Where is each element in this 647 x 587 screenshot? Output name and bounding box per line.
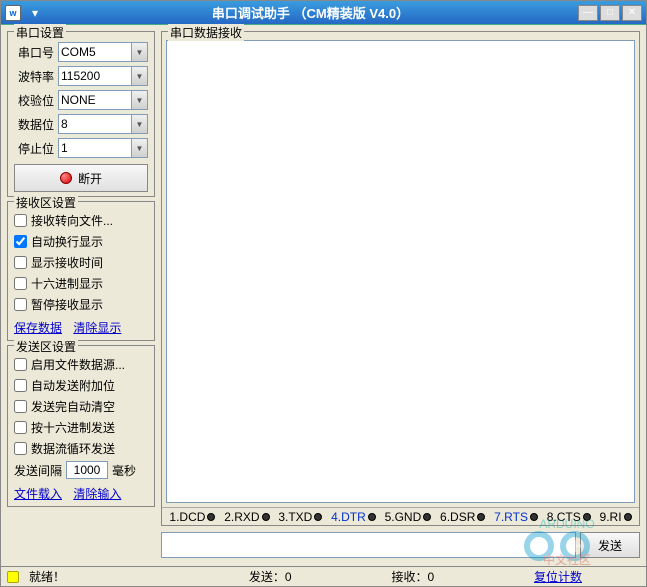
txd-label: 3.TXD: [278, 510, 312, 524]
recv-settings-title: 接收区设置: [14, 194, 78, 211]
parity-combo[interactable]: NONE▼: [58, 90, 148, 110]
baud-label: 波特率: [14, 68, 54, 85]
recv-settings-group: 接收区设置 接收转向文件... 自动换行显示 显示接收时间 十六进制显示 暂停接…: [7, 201, 155, 341]
maximize-button[interactable]: □: [600, 5, 620, 21]
baud-combo[interactable]: 115200▼: [58, 66, 148, 86]
system-menu-dropdown[interactable]: ▾: [27, 6, 43, 20]
status-ready-text: 就绪！: [29, 568, 189, 585]
cts-indicator-icon: [583, 513, 591, 521]
chevron-down-icon[interactable]: ▼: [131, 139, 147, 157]
gnd-label: 5.GND: [385, 510, 422, 524]
stopbits-label: 停止位: [14, 140, 54, 157]
dcd-indicator-icon: [207, 513, 215, 521]
auto-clear-checkbox[interactable]: 发送完自动清空: [14, 398, 148, 415]
chevron-down-icon[interactable]: ▼: [131, 91, 147, 109]
send-input[interactable]: [161, 532, 576, 558]
rxd-label: 2.RXD: [224, 510, 259, 524]
auto-append-checkbox[interactable]: 自动发送附加位: [14, 377, 148, 394]
clear-input-link[interactable]: 清除输入: [73, 487, 121, 501]
ri-indicator-icon: [624, 513, 632, 521]
close-button[interactable]: ✕: [622, 5, 642, 21]
send-row: 发送: [161, 530, 640, 560]
rxd-indicator-icon: [262, 513, 270, 521]
titlebar[interactable]: w ▾ 串口调试助手 （CM精装版 V4.0） — □ ✕: [1, 1, 646, 25]
interval-unit: 毫秒: [112, 462, 136, 479]
dcd-label: 1.DCD: [169, 510, 205, 524]
rts-indicator-icon: [530, 513, 538, 521]
parity-label: 校验位: [14, 92, 54, 109]
hex-display-checkbox[interactable]: 十六进制显示: [14, 275, 148, 292]
connection-status-icon: [60, 172, 72, 184]
loop-send-checkbox[interactable]: 数据流循环发送: [14, 440, 148, 457]
dtr-indicator-icon: [368, 513, 376, 521]
serial-settings-title: 串口设置: [14, 24, 66, 41]
dsr-indicator-icon: [477, 513, 485, 521]
dtr-label[interactable]: 4.DTR: [331, 510, 366, 524]
stopbits-combo[interactable]: 1▼: [58, 138, 148, 158]
status-send-count: 发送：0: [249, 568, 292, 585]
disconnect-label: 断开: [78, 170, 102, 187]
right-panel: 串口数据接收 1.DCD 2.RXD 3.TXD 4.DTR 5.GND 6.D…: [161, 31, 640, 560]
show-time-checkbox[interactable]: 显示接收时间: [14, 254, 148, 271]
status-icon: [7, 571, 19, 583]
signal-status-bar: 1.DCD 2.RXD 3.TXD 4.DTR 5.GND 6.DSR 7.RT…: [162, 507, 639, 525]
pause-recv-checkbox[interactable]: 暂停接收显示: [14, 296, 148, 313]
port-combo[interactable]: COM5▼: [58, 42, 148, 62]
interval-label: 发送间隔: [14, 462, 62, 479]
dsr-label: 6.DSR: [440, 510, 475, 524]
left-panel: 串口设置 串口号 COM5▼ 波特率 115200▼ 校验位 NONE▼ 数据位…: [7, 31, 155, 560]
statusbar: 就绪！ 发送：0 接收：0 复位计数: [1, 566, 646, 586]
databits-combo[interactable]: 8▼: [58, 114, 148, 134]
content-area: 串口设置 串口号 COM5▼ 波特率 115200▼ 校验位 NONE▼ 数据位…: [1, 25, 646, 566]
hex-send-checkbox[interactable]: 按十六进制发送: [14, 419, 148, 436]
send-settings-group: 发送区设置 启用文件数据源... 自动发送附加位 发送完自动清空 按十六进制发送…: [7, 345, 155, 507]
main-window: w ▾ 串口调试助手 （CM精装版 V4.0） — □ ✕ 串口设置 串口号 C…: [0, 0, 647, 587]
chevron-down-icon[interactable]: ▼: [131, 67, 147, 85]
serial-settings-group: 串口设置 串口号 COM5▼ 波特率 115200▼ 校验位 NONE▼ 数据位…: [7, 31, 155, 197]
port-label: 串口号: [14, 44, 54, 61]
file-source-checkbox[interactable]: 启用文件数据源...: [14, 356, 148, 373]
txd-indicator-icon: [314, 513, 322, 521]
file-load-link[interactable]: 文件载入: [14, 487, 62, 501]
window-title: 串口调试助手 （CM精装版 V4.0）: [43, 3, 578, 22]
databits-label: 数据位: [14, 116, 54, 133]
clear-display-link[interactable]: 清除显示: [73, 321, 121, 335]
ri-label: 9.RI: [600, 510, 622, 524]
recv-data-title: 串口数据接收: [168, 24, 244, 41]
chevron-down-icon[interactable]: ▼: [131, 43, 147, 61]
send-button[interactable]: 发送: [580, 532, 640, 558]
rts-label[interactable]: 7.RTS: [494, 510, 528, 524]
status-recv-count: 接收：0: [391, 568, 434, 585]
send-settings-title: 发送区设置: [14, 338, 78, 355]
chevron-down-icon[interactable]: ▼: [131, 115, 147, 133]
gnd-indicator-icon: [423, 513, 431, 521]
disconnect-button[interactable]: 断开: [14, 164, 148, 192]
recv-textarea[interactable]: [166, 40, 635, 503]
recv-data-group: 串口数据接收 1.DCD 2.RXD 3.TXD 4.DTR 5.GND 6.D…: [161, 31, 640, 526]
app-icon: w: [5, 5, 21, 21]
redirect-file-checkbox[interactable]: 接收转向文件...: [14, 212, 148, 229]
reset-count-link[interactable]: 复位计数: [534, 568, 582, 585]
cts-label: 8.CTS: [547, 510, 581, 524]
auto-wrap-checkbox[interactable]: 自动换行显示: [14, 233, 148, 250]
minimize-button[interactable]: —: [578, 5, 598, 21]
save-data-link[interactable]: 保存数据: [14, 321, 62, 335]
interval-input[interactable]: [66, 461, 108, 479]
